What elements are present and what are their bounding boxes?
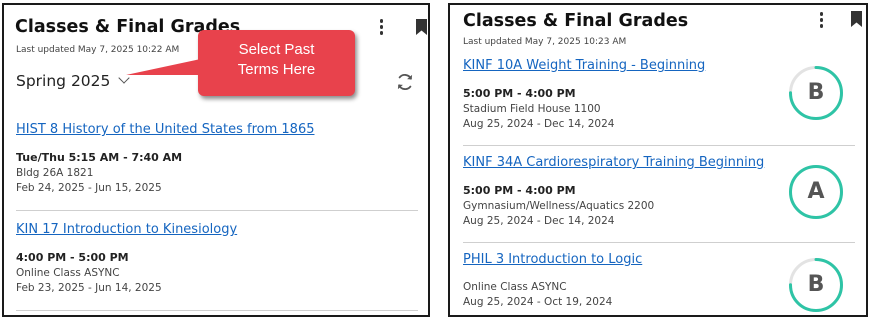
last-updated-text: Last updated May 7, 2025 10:23 AM bbox=[463, 37, 627, 47]
callout-text: Select Past Terms Here bbox=[198, 40, 355, 80]
more-options-icon[interactable] bbox=[378, 19, 384, 37]
grade-letter: B bbox=[807, 272, 825, 297]
term-selector[interactable]: Spring 2025 bbox=[16, 72, 131, 90]
course-link[interactable]: KIN 17 Introduction to Kinesiology bbox=[16, 222, 416, 237]
refresh-icon[interactable] bbox=[395, 72, 415, 92]
course-time: 4:00 PM - 5:00 PM bbox=[16, 251, 129, 264]
divider bbox=[463, 145, 855, 146]
callout-pointer bbox=[126, 57, 210, 75]
course-item: KIN 17 Introduction to Kinesiology 4:00 … bbox=[16, 222, 416, 294]
course-location: Online Class ASYNC bbox=[16, 267, 120, 279]
course-item: HIST 8 History of the United States from… bbox=[16, 122, 416, 194]
bookmark-icon[interactable] bbox=[415, 19, 428, 35]
grade-letter: A bbox=[807, 179, 825, 204]
grade-ring[interactable]: A bbox=[788, 164, 844, 220]
callout-line-1: Select Past bbox=[238, 41, 315, 58]
course-dates: Feb 24, 2025 - Jun 15, 2025 bbox=[16, 182, 162, 194]
divider bbox=[16, 310, 418, 311]
course-time: Tue/Thu 5:15 AM - 7:40 AM bbox=[16, 151, 183, 164]
course-location: Bldg 26A 1821 bbox=[16, 167, 94, 179]
term-label: Spring 2025 bbox=[16, 72, 111, 90]
last-updated-text: Last updated May 7, 2025 10:22 AM bbox=[16, 45, 180, 55]
right-panel: Classes & Final Grades Last updated May … bbox=[448, 3, 868, 317]
bookmark-icon[interactable] bbox=[850, 11, 863, 27]
course-dates: Feb 23, 2025 - Jun 14, 2025 bbox=[16, 282, 162, 294]
callout-line-2: Terms Here bbox=[237, 61, 316, 78]
grade-ring[interactable]: B bbox=[788, 65, 844, 121]
divider bbox=[463, 242, 855, 243]
grade-letter: B bbox=[807, 80, 825, 105]
more-options-icon[interactable] bbox=[818, 12, 824, 30]
page-title: Classes & Final Grades bbox=[463, 11, 689, 31]
grade-ring[interactable]: B bbox=[788, 257, 844, 313]
callout-annotation: Select Past Terms Here bbox=[198, 30, 355, 96]
divider bbox=[16, 210, 418, 211]
course-link[interactable]: HIST 8 History of the United States from… bbox=[16, 122, 416, 137]
